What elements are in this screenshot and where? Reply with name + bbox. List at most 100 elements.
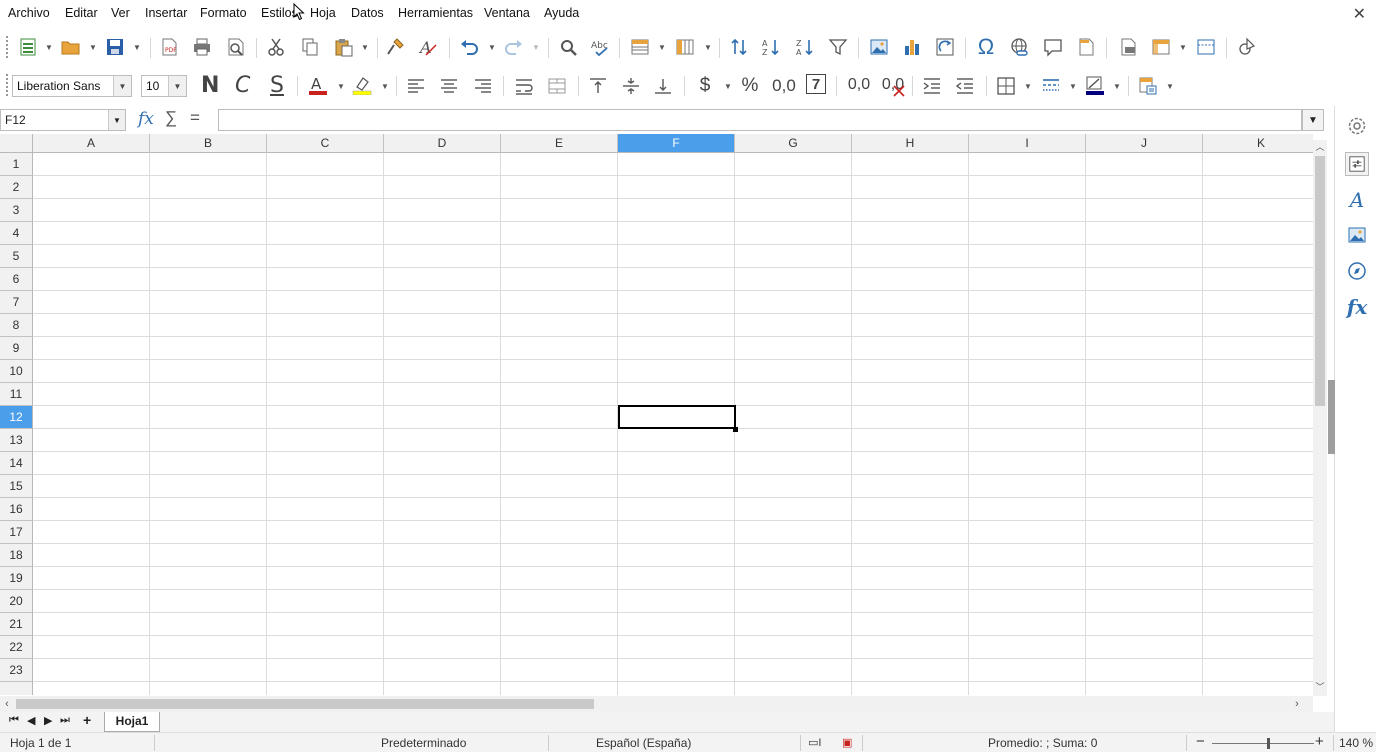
find-replace-icon[interactable] [557,36,579,58]
document-modified-icon[interactable]: ▣ [842,736,852,749]
save-icon[interactable] [104,36,126,58]
menu-editar[interactable]: Editar [65,6,98,20]
chevron-down-icon[interactable]: ▼ [113,76,131,96]
row-header-13[interactable]: 13 [0,429,33,452]
row-header-23[interactable]: 23 [0,659,33,682]
menu-herramientas[interactable]: Herramientas [398,6,473,20]
new-document-icon[interactable] [17,36,39,58]
wrap-text-icon[interactable] [513,75,535,97]
row-header-16[interactable]: 16 [0,498,33,521]
sum-icon[interactable]: ∑ [165,108,177,128]
border-color-icon[interactable] [1084,74,1106,96]
row-header-7[interactable]: 7 [0,291,33,314]
chevron-down-icon[interactable]: ▼ [1024,82,1032,91]
zoom-out-button[interactable]: − [1196,733,1205,750]
scroll-up-icon[interactable]: ︿ [1313,140,1327,154]
align-top-icon[interactable] [587,75,609,97]
chevron-down-icon[interactable]: ▼ [361,43,369,52]
sort-ascending-icon[interactable]: AZ [760,36,782,58]
chevron-down-icon[interactable]: ▼ [337,82,345,91]
selection-mode-icon[interactable]: ▭I [808,736,821,749]
insert-chart-icon[interactable] [901,36,923,58]
row-header-5[interactable]: 5 [0,245,33,268]
show-draw-functions-icon[interactable] [1236,36,1258,58]
page-style[interactable]: Predeterminado [381,736,466,750]
previous-sheet-icon[interactable]: ◀ [27,714,35,727]
column-header-g[interactable]: G [735,134,852,153]
insert-image-icon[interactable] [868,36,890,58]
chevron-down-icon[interactable]: ▼ [488,43,496,52]
row-header-15[interactable]: 15 [0,475,33,498]
vertical-scrollbar[interactable]: ︿ ﹀ [1313,140,1327,696]
center-vertically-icon[interactable] [620,75,642,97]
name-box[interactable]: F12 ▼ [0,109,126,131]
row-header-3[interactable]: 3 [0,199,33,222]
menu-ayuda[interactable]: Ayuda [544,6,579,20]
menu-archivo[interactable]: Archivo [8,6,50,20]
define-print-area-icon[interactable] [1117,36,1139,58]
conditional-format-icon[interactable] [1137,75,1159,97]
chevron-down-icon[interactable]: ▼ [1166,82,1174,91]
horizontal-scrollbar[interactable]: ‹ › [0,696,1313,712]
autofilter-icon[interactable] [827,36,849,58]
increase-indent-icon[interactable] [921,75,943,97]
column-header-i[interactable]: I [969,134,1086,153]
row-header-11[interactable]: 11 [0,383,33,406]
align-center-icon[interactable] [438,75,460,97]
selection-summary[interactable]: Promedio: ; Suma: 0 [988,736,1097,750]
row-header-21[interactable]: 21 [0,613,33,636]
paste-icon[interactable] [333,36,355,58]
row-header-22[interactable]: 22 [0,636,33,659]
last-sheet-icon[interactable]: ⏭ [60,714,70,727]
sheet-tab-hoja1[interactable]: Hoja1 [104,712,160,732]
cut-icon[interactable] [265,36,287,58]
active-cell-cursor[interactable] [618,405,736,429]
headers-footers-icon[interactable] [1075,36,1097,58]
functions-icon[interactable]: fx [1345,295,1369,319]
column-header-k[interactable]: K [1203,134,1313,153]
clone-formatting-icon[interactable] [384,36,406,58]
border-style-icon[interactable] [1040,75,1062,97]
underline-button[interactable]: S [270,73,284,98]
expand-formula-bar-icon[interactable]: ▼ [1302,109,1324,131]
zoom-slider-thumb[interactable] [1267,738,1271,749]
row-header-9[interactable]: 9 [0,337,33,360]
print-icon[interactable] [191,36,213,58]
redo-icon[interactable] [503,36,525,58]
scroll-right-icon[interactable]: › [1290,696,1304,712]
zoom-level[interactable]: 140 % [1339,736,1373,750]
column-header-e[interactable]: E [501,134,618,153]
function-wizard-icon[interactable]: fx [138,109,154,129]
spreadsheet-grid[interactable]: A B C D E F G H I J K 1 2 3 4 5 6 7 8 9 10 11 12 13 14 15 16 17 18 19… [0,134,1313,695]
menu-insertar[interactable]: Insertar [145,6,187,20]
export-pdf-icon[interactable]: PDF [158,36,180,58]
chevron-down-icon[interactable]: ▼ [89,43,97,52]
sidebar-collapse-handle[interactable] [1328,380,1335,454]
split-window-icon[interactable] [1195,36,1217,58]
align-left-icon[interactable] [405,75,427,97]
font-name-combo[interactable]: Liberation Sans ▼ [12,75,132,97]
highlight-color-icon[interactable] [351,74,373,96]
number-format-button[interactable]: 0,0 [771,74,797,96]
chevron-down-icon[interactable]: ▼ [381,82,389,91]
column-header-b[interactable]: B [150,134,267,153]
comment-icon[interactable] [1042,36,1064,58]
spellcheck-icon[interactable]: Abc [589,36,611,58]
undo-icon[interactable] [458,36,480,58]
row-header-14[interactable]: 14 [0,452,33,475]
column-header-f[interactable]: F [618,134,735,153]
row-header-20[interactable]: 20 [0,590,33,613]
close-document-icon[interactable]: ✕ [1353,4,1366,24]
row-header-12[interactable]: 12 [0,406,33,429]
row-header-10[interactable]: 10 [0,360,33,383]
next-sheet-icon[interactable]: ▶ [44,714,52,727]
open-folder-icon[interactable] [60,36,82,58]
properties-icon[interactable] [1345,152,1369,176]
sort-descending-icon[interactable]: ZA [794,36,816,58]
column-header-d[interactable]: D [384,134,501,153]
scroll-down-icon[interactable]: ﹀ [1313,680,1327,694]
percent-format-button[interactable]: % [739,74,761,96]
decrease-indent-icon[interactable] [954,75,976,97]
font-size-combo[interactable]: 10 ▼ [141,75,187,97]
chevron-down-icon[interactable]: ▼ [45,43,53,52]
